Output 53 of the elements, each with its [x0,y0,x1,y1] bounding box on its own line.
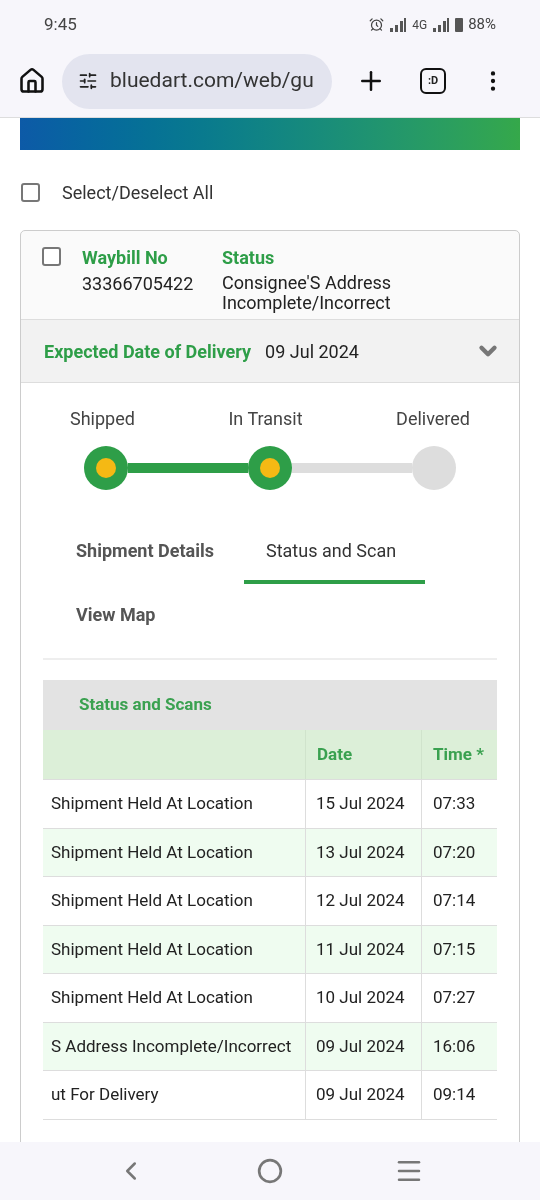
delivery-date-bar[interactable]: Expected Date of Delivery 09 Jul 2024 [21,319,519,383]
table-cell-text: 07:15 [432,937,477,961]
table-cell: 11 Jul 2024 [306,925,422,973]
home-button-icon[interactable] [257,1158,283,1184]
step-label: In Transit [228,407,303,431]
waybill-number: 33366705422 [82,273,195,295]
select-all-label: Select/Deselect All [62,181,214,205]
status-value: Consignee'S Address Incomplete/Incorrect [222,273,392,313]
table-cell: 12 Jul 2024 [306,877,422,925]
table-cell: Shipment Held At Location [43,877,306,925]
table-cell: Shipment Held At Location [43,974,306,1022]
delivery-date: 09 Jul 2024 [265,339,359,364]
table-cell-text: 07:20 [432,840,477,864]
status-label: Status [222,247,276,269]
waybill-label: Waybill No [82,247,169,269]
delivery-date-label: Expected Date of Delivery [44,339,252,364]
table-cell: 13 Jul 2024 [306,828,422,876]
table-cell: Shipment Held At Location [43,780,306,828]
table-cell-text: 07:27 [432,986,477,1009]
table-cell: ut For Delivery [43,1071,306,1119]
battery-icon [455,17,464,32]
column-header: Date [306,730,422,779]
site-settings-icon[interactable] [78,71,98,91]
address-bar[interactable]: bluedart.com/web/gu [62,53,332,109]
url-text: bluedart.com/web/gu [110,67,314,95]
column-header: Time * [432,742,485,766]
home-icon[interactable] [18,67,46,95]
table-cell: Shipment Held At Location [43,925,306,973]
table-cell: Shipment Held At Location [43,828,306,876]
tab-switcher-button[interactable]: :D [420,68,446,94]
checkbox[interactable] [21,183,40,202]
table-cell-text: 16:06 [432,1034,477,1058]
step-label: Shipped [70,407,135,431]
clock-time: 9:45 [44,12,77,36]
signal-icon [389,17,408,32]
alarm-icon [369,17,385,32]
table-cell-text: 07:14 [432,889,477,912]
tab[interactable]: Status and Scan [244,520,425,584]
network-type: 4G [412,16,428,34]
table-cell-text: 09:14 [432,1083,477,1106]
table-cell: 15 Jul 2024 [306,780,422,828]
tab[interactable]: View Map [76,584,244,648]
tab[interactable]: Shipment Details [76,520,244,584]
table-cell: 10 Jul 2024 [306,974,422,1022]
checkbox[interactable] [42,247,61,266]
table-cell: 09 Jul 2024 [306,1071,422,1119]
table-cell: S Address Incomplete/Incorrect [43,1022,306,1070]
table-cell-text: 07:33 [432,792,477,815]
battery-level: 88% [468,14,496,36]
scans-title: Status and Scans [79,693,212,717]
signal-icon [432,17,451,32]
table-cell: 09 Jul 2024 [306,1022,422,1070]
step-label: Delivered [396,407,470,431]
